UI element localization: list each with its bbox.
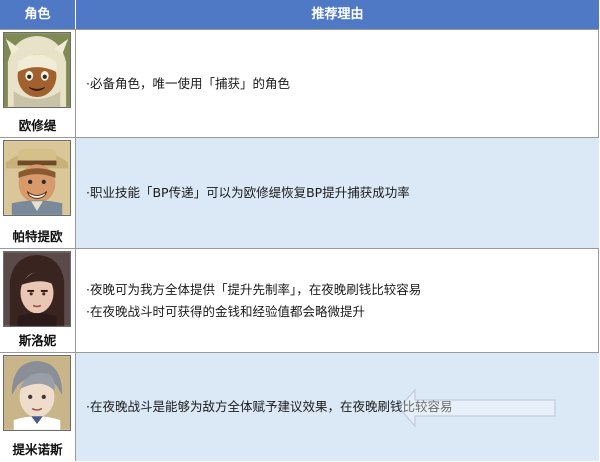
portrait-temenos-icon: [4, 356, 70, 430]
table-row: 帕特提欧 ·职业技能「BP传递」可以为欧修缇恢复BP提升捕获成功率: [0, 137, 599, 248]
character-portrait: [3, 140, 71, 216]
character-name: 提米诺斯: [12, 442, 63, 457]
reason-list: ·夜晚可为我方全体提供「提升先制率」，在夜晚刷钱比较容易 ·在夜晚战斗时可获得的…: [86, 279, 589, 323]
character-portrait: [3, 251, 71, 327]
header-reason: 推荐理由: [311, 7, 364, 22]
role-cell: 欧修缇: [0, 30, 76, 137]
reason-cell: ·夜晚可为我方全体提供「提升先制率」，在夜晚刷钱比较容易 ·在夜晚战斗时可获得的…: [76, 249, 599, 352]
character-name: 帕特提欧: [12, 229, 63, 244]
table-row: 斯洛妮 ·夜晚可为我方全体提供「提升先制率」，在夜晚刷钱比较容易 ·在夜晚战斗时…: [0, 248, 599, 352]
table-row: 欧修缇 ·必备角色，唯一使用「捕获」的角色: [0, 29, 599, 137]
reason-list: ·职业技能「BP传递」可以为欧修缇恢复BP提升捕获成功率: [86, 182, 589, 204]
portrait-throne-icon: [4, 252, 70, 326]
header-role: 角色: [0, 0, 76, 29]
watermark-icon: [398, 388, 556, 428]
role-cell: 斯洛妮: [0, 249, 76, 352]
role-cell: 提米诺斯: [0, 353, 76, 461]
reason-cell: ·职业技能「BP传递」可以为欧修缇恢复BP提升捕获成功率: [76, 138, 599, 248]
character-portrait: [3, 355, 71, 431]
portrait-ochette-icon: [4, 33, 70, 107]
reason-line: ·必备角色，唯一使用「捕获」的角色: [86, 75, 290, 91]
role-cell: 帕特提欧: [0, 138, 76, 248]
reason-cell: ·必备角色，唯一使用「捕获」的角色: [76, 30, 599, 137]
reason-line: ·在夜晚战斗时可获得的金钱和经验值都会略微提升: [86, 303, 365, 319]
reason-list: ·必备角色，唯一使用「捕获」的角色: [86, 73, 589, 95]
reason-line: ·夜晚可为我方全体提供「提升先制率」，在夜晚刷钱比较容易: [86, 281, 422, 297]
table-header: 角色 推荐理由: [0, 0, 599, 29]
watermark-logo: [395, 386, 575, 430]
portrait-partitio-icon: [4, 141, 70, 215]
character-portrait: [3, 32, 71, 108]
character-name: 欧修缇: [18, 118, 57, 133]
reason-line: ·职业技能「BP传递」可以为欧修缇恢复BP提升捕获成功率: [86, 185, 410, 200]
character-name: 斯洛妮: [18, 333, 57, 348]
